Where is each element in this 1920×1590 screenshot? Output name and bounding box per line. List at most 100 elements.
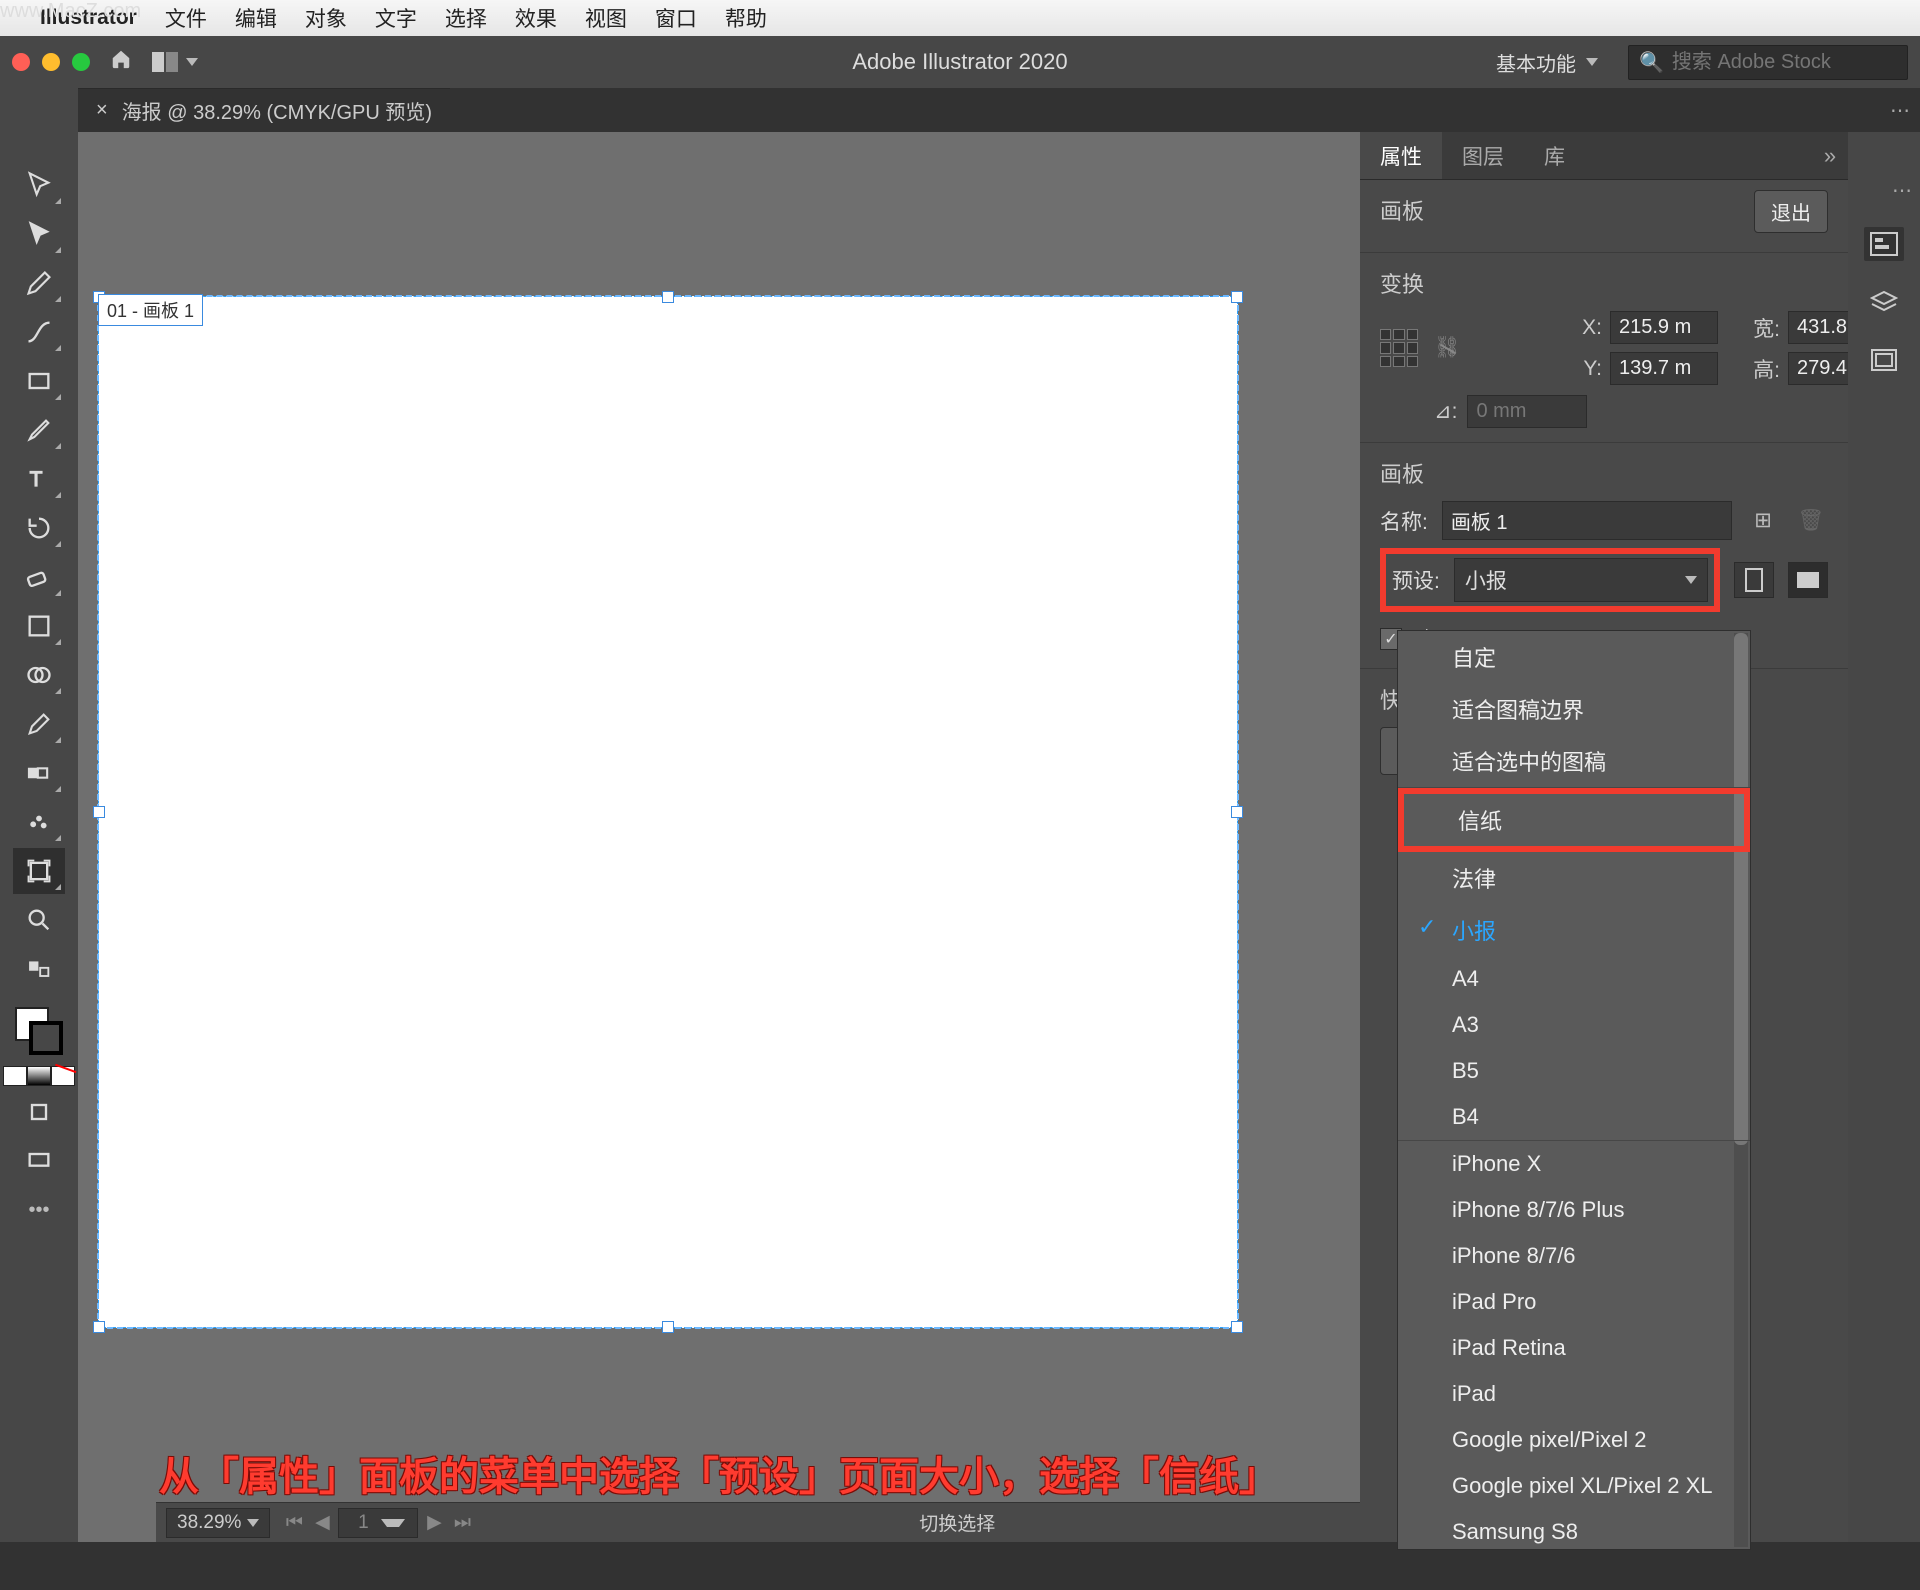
resize-handle-e[interactable] [1231,806,1243,818]
constrain-proportions-button[interactable]: ⛓ [1432,322,1462,374]
blend-tool[interactable] [13,750,65,796]
nav-first[interactable]: ⏮ [282,1512,306,1534]
arrange-documents-button[interactable] [152,52,198,72]
orientation-portrait-button[interactable] [1734,562,1774,598]
menu-effect[interactable]: 效果 [515,3,557,33]
color-mode-buttons[interactable] [3,1066,75,1086]
exit-artboard-button[interactable]: 退出 [1754,190,1828,233]
symbol-sprayer-tool[interactable] [13,799,65,845]
eyedropper-tool[interactable] [13,701,65,747]
none-button[interactable] [51,1066,75,1086]
color-button[interactable] [3,1066,27,1086]
preset-select[interactable]: 小报 [1454,558,1708,602]
preset-option[interactable]: 法律 [1398,852,1750,904]
resize-handle-s[interactable] [662,1321,674,1333]
preset-option[interactable]: B4 [1398,1094,1750,1141]
preset-option[interactable]: B5 [1398,1048,1750,1094]
workspace-switcher[interactable]: 基本功能 [1482,42,1612,83]
preset-option[interactable]: Google pixel/Pixel 2 [1398,1417,1750,1463]
gradient-button[interactable] [27,1066,51,1086]
resize-handle-ne[interactable] [1231,291,1243,303]
preset-option[interactable]: iPad Pro [1398,1279,1750,1325]
rectangle-tool[interactable] [13,358,65,404]
tab-close-button[interactable]: × [96,99,108,122]
preset-option[interactable]: 信纸 [1398,788,1750,852]
preset-option[interactable]: iPhone X [1398,1141,1750,1187]
hand-tool[interactable] [13,946,65,992]
resize-handle-n[interactable] [662,291,674,303]
fill-stroke-swatches[interactable] [13,1005,65,1057]
menu-type[interactable]: 文字 [375,3,417,33]
curvature-tool[interactable] [13,309,65,355]
menu-edit[interactable]: 编辑 [235,3,277,33]
resize-handle-sw[interactable] [93,1321,105,1333]
nav-next[interactable]: ▶ [422,1511,446,1534]
status-mode[interactable]: 切换选择 [486,1509,1360,1536]
pen-tool[interactable] [13,260,65,306]
resize-handle-se[interactable] [1231,1321,1243,1333]
orientation-landscape-button[interactable] [1788,562,1828,598]
rotate-tool[interactable] [13,505,65,551]
preset-option[interactable]: A4 [1398,956,1750,1002]
dock-libraries-icon[interactable] [1864,343,1904,377]
preset-option[interactable]: 小报 [1398,904,1750,956]
tab-layers[interactable]: 图层 [1442,132,1524,179]
selection-tool[interactable] [13,162,65,208]
artboard[interactable] [98,296,1238,1328]
preset-option[interactable]: Samsung S8 [1398,1509,1750,1550]
window-maximize-button[interactable] [72,53,90,71]
resize-handle-w[interactable] [93,806,105,818]
type-tool[interactable]: T [13,456,65,502]
menu-object[interactable]: 对象 [305,3,347,33]
gradient-tool[interactable] [13,603,65,649]
preset-option[interactable]: Google pixel XL/Pixel 2 XL [1398,1463,1750,1509]
menu-help[interactable]: 帮助 [725,3,767,33]
menu-window[interactable]: 窗口 [655,3,697,33]
preset-option[interactable]: iPad Retina [1398,1325,1750,1371]
document-tab[interactable]: × 海报 @ 38.29% (CMYK/GPU 预览) [78,88,450,132]
preset-option[interactable]: 适合图稿边界 [1398,683,1750,735]
window-close-button[interactable] [12,53,30,71]
edit-toolbar-button[interactable]: ••• [13,1187,65,1233]
window-minimize-button[interactable] [42,53,60,71]
draw-mode-button[interactable] [13,1089,65,1135]
nav-last[interactable]: ⏭ [450,1512,474,1534]
preset-dropdown[interactable]: 自定适合图稿边界适合选中的图稿信纸法律小报A4A3B5B4iPhone XiPh… [1397,630,1751,1550]
artboard-name-input[interactable]: 画板 1 [1442,501,1732,540]
preset-option[interactable]: 自定 [1398,631,1750,683]
dock-collapse-button[interactable]: ⋯ [1892,178,1920,203]
menu-file[interactable]: 文件 [165,3,207,33]
eraser-tool[interactable] [13,554,65,600]
tab-libraries[interactable]: 库 [1524,132,1585,179]
preset-option[interactable]: 适合选中的图稿 [1398,735,1750,788]
dock-properties-icon[interactable] [1864,227,1904,261]
dock-layers-icon[interactable] [1864,285,1904,319]
panel-collapse-button[interactable]: » [1812,143,1848,169]
menu-select[interactable]: 选择 [445,3,487,33]
artboard-index[interactable]: 1 [338,1508,418,1538]
paintbrush-tool[interactable] [13,407,65,453]
delete-artboard-button[interactable]: 🗑 [1794,506,1828,536]
angle-value[interactable]: 0 mm [1467,395,1587,428]
reference-point-grid[interactable] [1380,329,1418,367]
preset-option[interactable]: iPhone 8/7/6 Plus [1398,1187,1750,1233]
zoom-field[interactable]: 38.29% [166,1508,270,1538]
stock-search-input[interactable] [1672,51,1897,74]
artboard-tool[interactable] [13,848,65,894]
nav-prev[interactable]: ◀ [310,1511,334,1534]
zoom-tool[interactable] [13,897,65,943]
shape-builder-tool[interactable] [13,652,65,698]
panel-dock-toggle[interactable]: ⋯ [1880,88,1920,132]
preset-option[interactable]: iPhone 8/7/6 [1398,1233,1750,1279]
direct-selection-tool[interactable] [13,211,65,257]
home-button[interactable] [108,48,134,76]
preset-option[interactable]: iPad [1398,1371,1750,1417]
tab-properties[interactable]: 属性 [1360,132,1442,179]
new-artboard-button[interactable]: ⊞ [1746,506,1780,536]
screen-mode-button[interactable] [13,1138,65,1184]
artboard-label[interactable]: 01 - 画板 1 [98,294,203,326]
stock-search[interactable]: 🔍 [1628,45,1908,80]
stroke-swatch[interactable] [29,1021,63,1055]
canvas-area[interactable]: 01 - 画板 1 从「属性」面板的菜单中选择「预设」页面大小，选择「信纸」 3… [78,132,1360,1542]
preset-option[interactable]: A3 [1398,1002,1750,1048]
